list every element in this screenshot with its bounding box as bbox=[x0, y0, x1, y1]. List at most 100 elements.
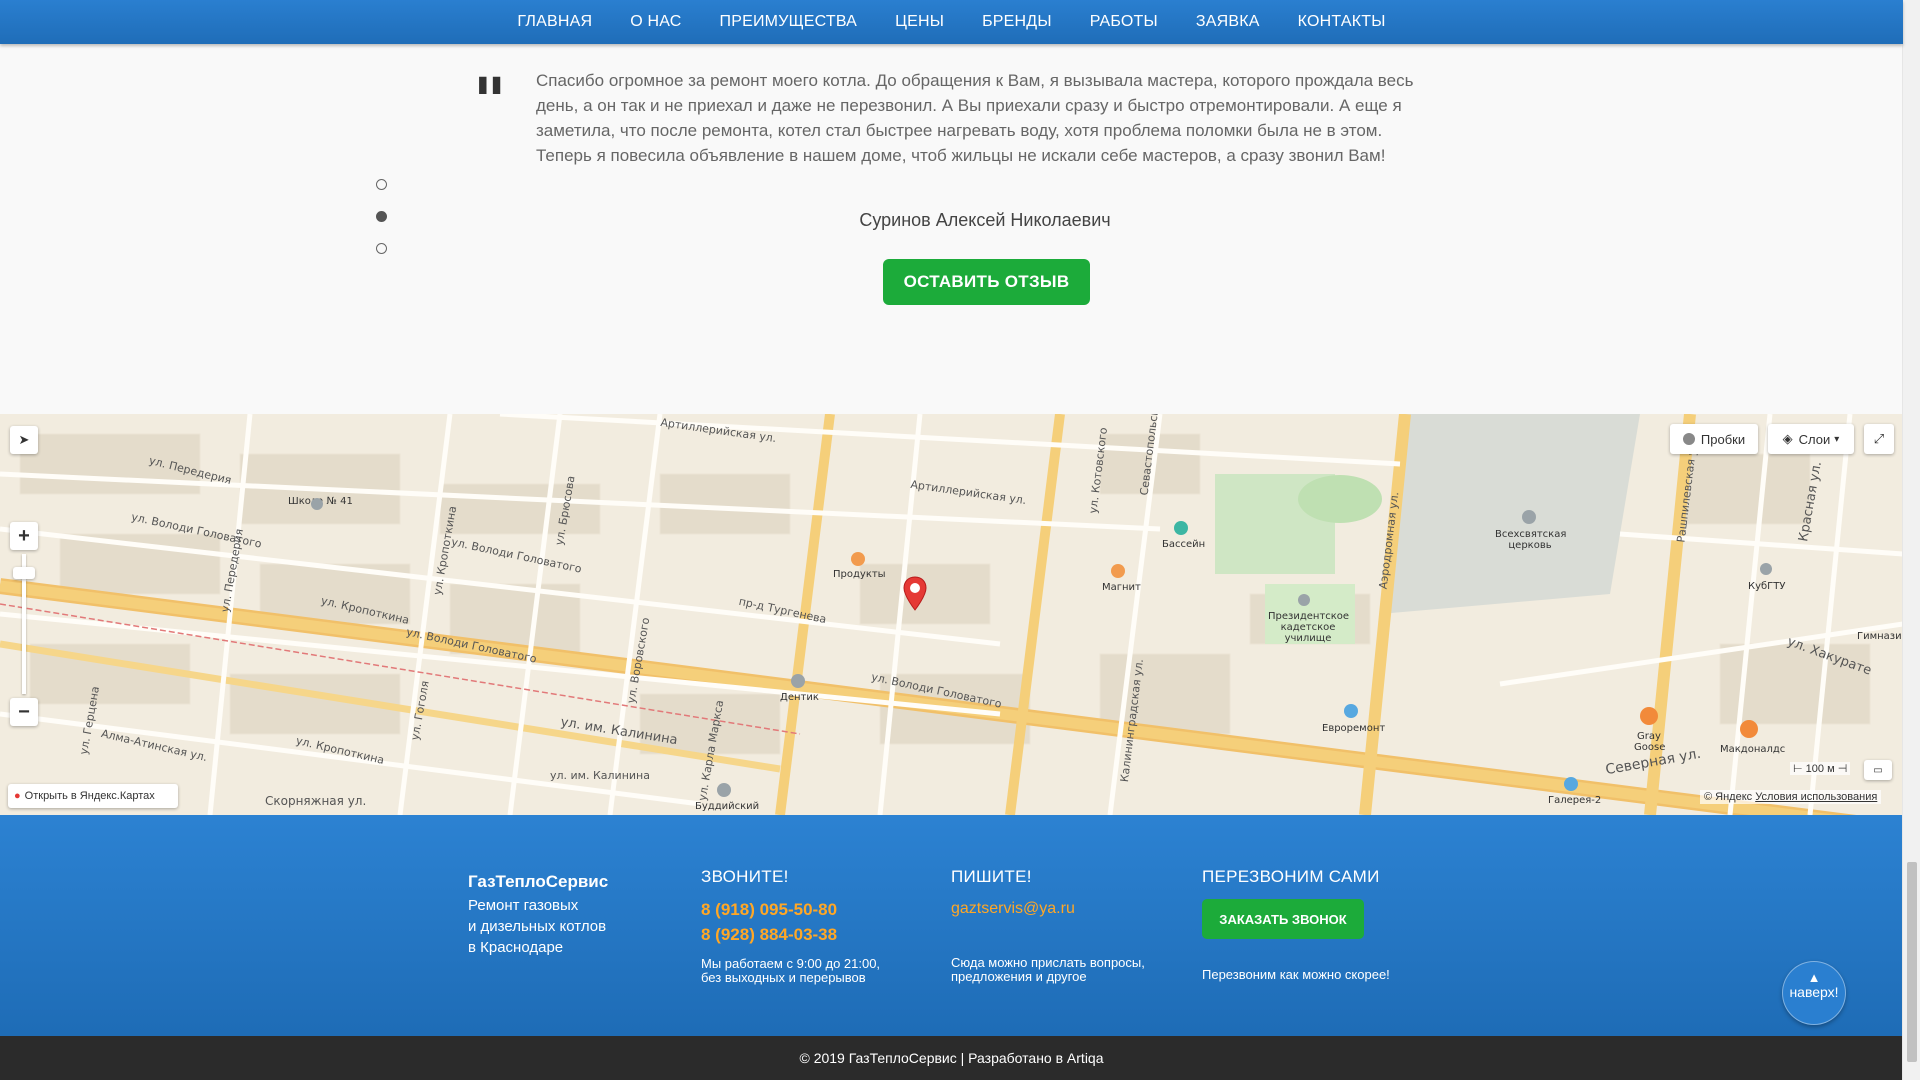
nav-item-about[interactable]: О НАС bbox=[630, 13, 681, 31]
geolocation-button[interactable]: ➤ bbox=[10, 426, 38, 454]
layers-icon: ◈ bbox=[1782, 431, 1793, 446]
nav-item-prices[interactable]: ЦЕНЫ bbox=[895, 13, 944, 31]
note-line: Сюда можно прислать вопросы, bbox=[951, 955, 1145, 970]
restaurant-icon bbox=[1740, 720, 1758, 738]
working-hours: Мы работаем с 9:00 до 21:00, без выходны… bbox=[701, 957, 880, 985]
callback-title: ПЕРЕЗВОНИМ САМИ bbox=[1202, 867, 1380, 886]
phone-1[interactable]: 8 (918) 095-50-80 bbox=[701, 900, 837, 920]
ruler-icon: ▭ bbox=[1873, 764, 1883, 776]
map-copyright: © Яндекс bbox=[1704, 791, 1753, 803]
poi-gray-goose[interactable]: Gray Goose bbox=[1634, 731, 1665, 753]
traffic-button[interactable]: Пробки bbox=[1670, 424, 1758, 454]
nav-item-contacts[interactable]: КОНТАКТЫ bbox=[1298, 13, 1386, 31]
poi-evroremont[interactable]: Евроремонт bbox=[1322, 723, 1385, 734]
copyright-bar: © 2019 ГазТеплоСервис | Разработано в Ar… bbox=[0, 1036, 1903, 1080]
review-text: Спасибо огромное за ремонт моего котла. … bbox=[536, 71, 1414, 165]
poi-church[interactable]: Всехсвятская церковь bbox=[1495, 529, 1566, 551]
open-in-yandex-maps-link[interactable]: ● Открыть в Яндекс.Картах bbox=[8, 784, 178, 808]
write-title: ПИШИТЕ! bbox=[951, 867, 1032, 886]
expand-icon: ⤢ bbox=[1873, 431, 1885, 446]
footer: ГазТеплоСервис Ремонт газовых и дизельны… bbox=[0, 815, 1903, 1036]
quote-icon: " bbox=[473, 64, 507, 139]
map-canvas bbox=[0, 414, 1903, 815]
pool-icon bbox=[1174, 521, 1188, 535]
shop-icon bbox=[851, 552, 865, 566]
dentist-icon bbox=[791, 674, 805, 688]
arrow-up-icon: ▲ bbox=[1807, 970, 1821, 985]
call-title: ЗВОНИТЕ! bbox=[701, 867, 789, 886]
map-attribution: © Яндекс Условия использования bbox=[1700, 790, 1882, 804]
scale-value: 100 м bbox=[1805, 763, 1835, 775]
email-link[interactable]: gaztservis@ya.ru bbox=[951, 900, 1075, 918]
poi-buddhist[interactable]: Буддийский bbox=[695, 801, 759, 812]
yandex-map[interactable]: ул. Передерия Артиллерийская ул. Артилле… bbox=[0, 414, 1903, 815]
desc-line: и дизельных котлов bbox=[468, 918, 607, 935]
shop-icon bbox=[1344, 704, 1358, 718]
restaurant-icon bbox=[1640, 707, 1658, 725]
page-scrollbar[interactable] bbox=[1902, 0, 1920, 1080]
chevron-down-icon: ▾ bbox=[1834, 433, 1840, 445]
minus-icon: − bbox=[18, 700, 30, 723]
top-navigation: ГЛАВНАЯ О НАС ПРЕИМУЩЕСТВА ЦЕНЫ БРЕНДЫ Р… bbox=[0, 0, 1903, 44]
slider-dot-1[interactable] bbox=[376, 179, 387, 190]
ruler-icon: ⊢ bbox=[1793, 763, 1803, 775]
write-note: Сюда можно прислать вопросы, предложения… bbox=[951, 956, 1145, 984]
zoom-in-button[interactable]: + bbox=[10, 522, 38, 550]
terms-link[interactable]: Условия использования bbox=[1755, 791, 1877, 803]
poi-magnit[interactable]: Магнит bbox=[1102, 582, 1141, 593]
temple-icon bbox=[717, 783, 731, 797]
poi-gymnasium[interactable]: Гимназия bbox=[1857, 631, 1903, 642]
traffic-icon bbox=[1682, 433, 1695, 445]
note-line: предложения и другое bbox=[951, 969, 1087, 984]
poi-products[interactable]: Продукты bbox=[833, 569, 886, 580]
street-label: ул. им. Калинина bbox=[550, 769, 650, 782]
plus-icon: + bbox=[18, 524, 30, 547]
nav-item-main[interactable]: ГЛАВНАЯ bbox=[517, 13, 592, 31]
desc-line: в Краснодаре bbox=[468, 939, 564, 956]
shop-icon bbox=[1111, 564, 1125, 578]
leave-review-button[interactable]: ОСТАВИТЬ ОТЗЫВ bbox=[883, 259, 1090, 305]
desc-line: Ремонт газовых bbox=[468, 897, 579, 914]
location-pin-icon[interactable] bbox=[902, 576, 928, 612]
ruler-button[interactable]: ▭ bbox=[1864, 760, 1892, 780]
copyright-text: © 2019 ГазТеплоСервис | Разработано в Ar… bbox=[799, 1050, 1104, 1066]
shop-icon bbox=[1564, 777, 1578, 791]
scroll-to-top-button[interactable]: ▲ наверх! bbox=[1782, 961, 1846, 1025]
map-scale: ⊢ 100 м ⊣ bbox=[1790, 762, 1851, 775]
education-icon bbox=[1298, 594, 1310, 606]
poi-dentist[interactable]: Дентик bbox=[780, 692, 819, 703]
poi-pool[interactable]: Бассейн bbox=[1162, 539, 1205, 550]
open-in-maps-label: Открыть в Яндекс.Картах bbox=[24, 790, 155, 802]
map-pin-icon: ● bbox=[14, 790, 21, 802]
poi-gallery[interactable]: Галерея-2 bbox=[1548, 795, 1601, 806]
to-top-label: наверх! bbox=[1789, 984, 1839, 1000]
callback-note: Перезвоним как можно скорее! bbox=[1202, 967, 1390, 982]
scrollbar-thumb[interactable] bbox=[1907, 862, 1917, 1062]
phone-2[interactable]: 8 (928) 884-03-38 bbox=[701, 925, 837, 945]
church-icon bbox=[1522, 510, 1536, 524]
education-icon bbox=[1760, 563, 1772, 575]
nav-item-request[interactable]: ЗАЯВКА bbox=[1196, 13, 1260, 31]
hours-line: Мы работаем с 9:00 до 21:00, bbox=[701, 956, 881, 971]
layers-button[interactable]: ◈ Слои ▾ bbox=[1768, 424, 1854, 454]
zoom-slider-handle[interactable] bbox=[13, 567, 35, 579]
navigation-arrow-icon: ➤ bbox=[18, 432, 30, 447]
ruler-icon: ⊣ bbox=[1837, 763, 1848, 775]
slider-dot-3[interactable] bbox=[376, 243, 387, 254]
street-label: Скорняжная ул. bbox=[265, 794, 367, 808]
nav-item-works[interactable]: РАБОТЫ bbox=[1090, 13, 1158, 31]
footer-description: Ремонт газовых и дизельных котлов в Крас… bbox=[468, 895, 648, 958]
poi-cadet-school[interactable]: Президентское кадетское училище bbox=[1268, 611, 1349, 644]
school-icon bbox=[311, 498, 323, 510]
poi-kubgtu[interactable]: КубГТУ bbox=[1748, 581, 1786, 592]
order-call-button[interactable]: ЗАКАЗАТЬ ЗВОНОК bbox=[1202, 899, 1364, 939]
footer-brand: ГазТеплоСервис bbox=[468, 872, 609, 891]
review-author: Суринов Алексей Николаевич bbox=[859, 210, 1111, 230]
fullscreen-button[interactable]: ⤢ bbox=[1864, 424, 1894, 454]
zoom-out-button[interactable]: − bbox=[10, 698, 38, 726]
poi-mcdonalds[interactable]: Макдоналдс bbox=[1720, 744, 1785, 755]
traffic-label: Пробки bbox=[1700, 431, 1746, 447]
nav-item-advantages[interactable]: ПРЕИМУЩЕСТВА bbox=[720, 13, 858, 31]
hours-line: без выходных и перерывов bbox=[701, 970, 866, 985]
nav-item-brands[interactable]: БРЕНДЫ bbox=[982, 13, 1052, 31]
